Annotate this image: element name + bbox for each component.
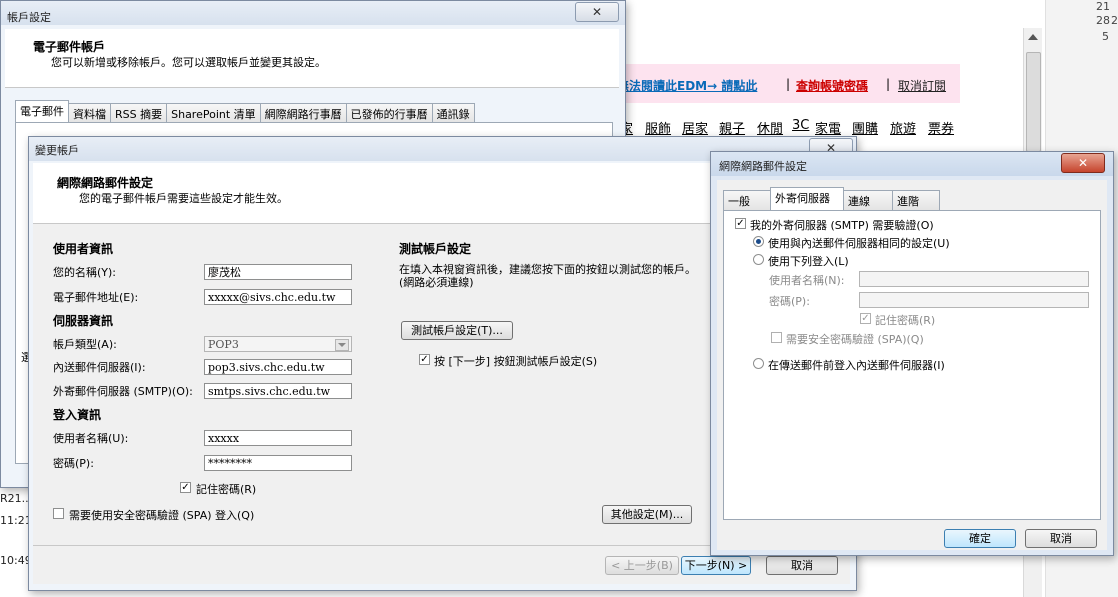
nav-link[interactable]: 居家 (682, 118, 708, 137)
tab-email[interactable]: 電子郵件 (15, 100, 69, 124)
password-field[interactable]: ******** (204, 455, 352, 471)
incoming-server-field[interactable]: pop3.sivs.chc.edu.tw (204, 359, 352, 375)
ok-button[interactable]: 確定 (944, 529, 1016, 548)
tab-data-files[interactable]: 資料檔 (68, 103, 111, 124)
window-title: 變更帳戶 (35, 144, 79, 157)
calendar-date: 23 (1111, 14, 1118, 27)
close-button[interactable]: ✕ (575, 2, 619, 22)
window-title: 網際網路郵件設定 (719, 160, 807, 173)
test-on-next-label: 按 [下一步] 按鈕測試帳戶設定(S) (434, 355, 598, 368)
header-title: 電子郵件帳戶 (33, 40, 106, 54)
spa-checkbox (771, 332, 782, 343)
tab-advanced[interactable]: 進階 (892, 190, 940, 211)
login-using-radio[interactable] (753, 254, 764, 265)
account-query-link[interactable]: 查詢帳號密碼 (796, 77, 868, 94)
login-info-heading: 登入資訊 (53, 408, 102, 422)
cancel-button[interactable]: 取消 (766, 556, 838, 575)
cancel-button[interactable]: 取消 (1025, 529, 1097, 548)
login-incoming-first-radio[interactable] (753, 358, 764, 369)
header-subtitle: 您的電子郵件帳戶需要這些設定才能生效。 (79, 192, 288, 205)
window-title: 帳戶設定 (7, 11, 51, 24)
next-button[interactable]: 下一步(N) > (681, 556, 751, 575)
internet-email-settings-window: 網際網路郵件設定 ✕ 一般 外寄伺服器 連線 進階 ✓ 我的外寄伺服器 (SMT… (710, 151, 1114, 556)
scroll-thumb[interactable] (1026, 52, 1041, 152)
account-type-select: POP3 (204, 336, 352, 352)
tab-sharepoint[interactable]: SharePoint 清單 (166, 103, 261, 124)
username-field[interactable]: xxxxx (204, 430, 352, 446)
same-settings-radio[interactable] (753, 236, 764, 247)
more-settings-button[interactable]: 其他設定(M)... (602, 505, 692, 524)
username-field (859, 271, 1089, 287)
spa-label: 需要安全密碼驗證 (SPA)(Q) (786, 333, 924, 346)
remember-password-checkbox: ✓ (860, 313, 871, 324)
separator: | (886, 77, 891, 91)
calendar-date: 5 (1102, 30, 1109, 43)
scroll-up-icon[interactable] (1028, 34, 1038, 40)
name-field[interactable]: 廖茂松 (204, 264, 352, 280)
username-label: 使用者名稱(U): (53, 432, 129, 445)
close-icon: ✕ (1077, 156, 1089, 170)
same-settings-label: 使用與內送郵件伺服器相同的設定(U) (768, 237, 950, 250)
nav-link[interactable]: 休閒 (757, 118, 783, 137)
account-type-value: POP3 (208, 338, 239, 351)
separator: | (786, 77, 791, 91)
test-description: 在填入本視窗資訊後，建議您按下面的按鈕以測試您的帳戶。(網路必須連線) (399, 263, 696, 289)
account-type-label: 帳戶類型(A): (53, 338, 117, 351)
calendar-date: 21 (1096, 0, 1110, 13)
tab-published-calendars[interactable]: 已發佈的行事曆 (345, 103, 433, 124)
title-bar: 網際網路郵件設定 ✕ (711, 152, 1113, 176)
nav-link[interactable]: 家電 (815, 118, 841, 137)
message-time: 10:49 (0, 554, 32, 567)
close-icon: ✕ (591, 5, 603, 19)
tab-outgoing-server[interactable]: 外寄伺服器 (770, 187, 844, 211)
outgoing-server-label: 外寄郵件伺服器 (SMTP)(O): (53, 385, 193, 398)
incoming-server-label: 內送郵件伺服器(I): (53, 361, 146, 374)
nav-link[interactable]: 親子 (719, 118, 745, 137)
nav-link[interactable]: 3C (792, 118, 809, 133)
test-heading: 測試帳戶設定 (399, 242, 472, 256)
tab-rss[interactable]: RSS 摘要 (110, 103, 168, 124)
content: 一般 外寄伺服器 連線 進階 ✓ 我的外寄伺服器 (SMTP) 需要驗證(O) … (717, 180, 1107, 550)
tab-connection[interactable]: 連線 (843, 190, 893, 211)
close-button[interactable]: ✕ (1061, 153, 1105, 173)
tab-general[interactable]: 一般 (723, 190, 771, 211)
calendar-date: 28 (1096, 14, 1110, 27)
remember-password-label: 記住密碼(R) (196, 483, 257, 496)
remember-password-checkbox[interactable]: ✓ (180, 482, 191, 493)
chevron-down-icon (335, 339, 349, 351)
password-field (859, 292, 1089, 308)
back-button[interactable]: < 上一步(B) (605, 556, 679, 575)
unsubscribe-link[interactable]: 取消訂閱 (898, 77, 946, 94)
edm-link[interactable]: 無法閱讀此EDM→ 請點此 (617, 77, 757, 94)
nav-link[interactable]: 票券 (928, 118, 954, 137)
remember-password-label: 記住密碼(R) (875, 314, 936, 327)
message-time: 11:21 (0, 514, 32, 527)
nav-link[interactable]: 服飾 (645, 118, 671, 137)
outgoing-server-field[interactable]: smtps.sivs.chc.edu.tw (204, 383, 352, 399)
user-info-heading: 使用者資訊 (53, 242, 114, 256)
login-using-label: 使用下列登入(L) (768, 255, 849, 268)
title-bar: 帳戶設定 ✕ (1, 1, 625, 25)
login-incoming-first-label: 在傳送郵件前登入內送郵件伺服器(I) (768, 359, 945, 372)
email-field[interactable]: xxxxx@sivs.chc.edu.tw (204, 289, 352, 305)
spa-checkbox[interactable] (53, 508, 64, 519)
nav-link[interactable]: 旅遊 (890, 118, 916, 137)
header-title: 網際網路郵件設定 (57, 176, 154, 190)
header-subtitle: 您可以新增或移除帳戶。您可以選取帳戶並變更其設定。 (51, 56, 326, 69)
password-label: 密碼(P): (53, 457, 94, 470)
test-account-button[interactable]: 測試帳戶設定(T)... (401, 321, 513, 340)
password-label: 密碼(P): (769, 295, 810, 308)
username-label: 使用者名稱(N): (769, 274, 845, 287)
email-label: 電子郵件地址(E): (53, 291, 139, 304)
spa-label: 需要使用安全密碼驗證 (SPA) 登入(Q) (69, 509, 255, 522)
server-info-heading: 伺服器資訊 (53, 314, 114, 328)
header: 電子郵件帳戶 您可以新增或移除帳戶。您可以選取帳戶並變更其設定。 (5, 29, 619, 88)
nav-link[interactable]: 團購 (852, 118, 878, 137)
smtp-auth-label: 我的外寄伺服器 (SMTP) 需要驗證(O) (750, 219, 934, 232)
name-label: 您的名稱(Y): (53, 266, 117, 279)
tab-internet-calendars[interactable]: 網際網路行事曆 (259, 103, 347, 124)
tab-address-books[interactable]: 通訊錄 (431, 103, 475, 124)
smtp-auth-checkbox[interactable]: ✓ (735, 218, 746, 229)
test-on-next-checkbox[interactable]: ✓ (419, 354, 430, 365)
